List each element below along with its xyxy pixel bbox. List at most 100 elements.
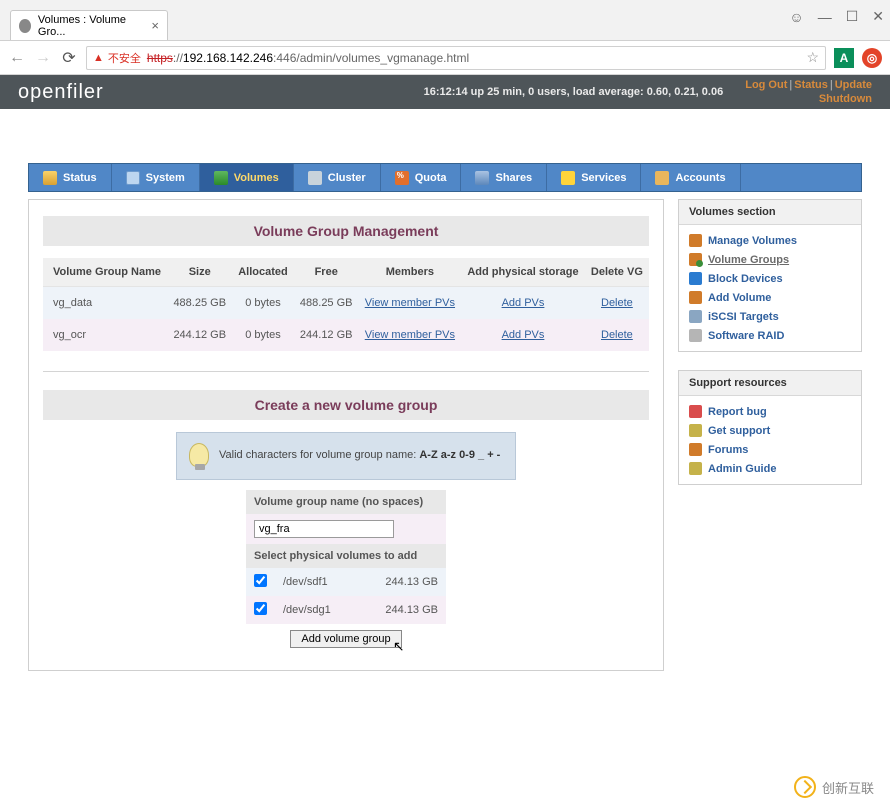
forward-button: → — [34, 49, 52, 67]
sidebar-item-iscsi-targets[interactable]: iSCSI Targets — [689, 307, 851, 326]
vg-table: Volume Group Name Size Allocated Free Me… — [43, 258, 649, 351]
volumes-section-panel: Volumes section Manage Volumes Volume Gr… — [678, 199, 862, 352]
window-controls: ☺ — ☐ ✕ — [789, 8, 884, 25]
support-panel: Support resources Report bug Get support… — [678, 370, 862, 485]
extension-a-icon[interactable]: A — [834, 48, 854, 68]
pv-checkbox[interactable] — [254, 574, 267, 587]
vg-name-input[interactable] — [254, 520, 394, 538]
add-pvs-link[interactable]: Add PVs — [502, 297, 545, 309]
browser-tabstrip: Volumes : Volume Gro... × ☺ — ☐ ✕ — [0, 0, 890, 41]
logout-link[interactable]: Log Out — [745, 79, 787, 91]
add-volume-icon — [689, 291, 702, 304]
col-name: Volume Group Name — [43, 258, 167, 287]
add-volume-group-button[interactable]: Add volume group↖ — [290, 630, 401, 648]
url-input[interactable]: ▲ 不安全 https://192.168.142.246:446/admin/… — [86, 46, 826, 70]
user-icon[interactable]: ☺ — [789, 9, 803, 25]
quota-icon — [395, 171, 409, 185]
shutdown-link[interactable]: Shutdown — [819, 93, 872, 105]
nav-shares[interactable]: Shares — [461, 164, 547, 191]
forums-icon — [689, 443, 702, 456]
sidebar-item-manage-volumes[interactable]: Manage Volumes — [689, 231, 851, 250]
delete-vg-link[interactable]: Delete — [601, 329, 633, 341]
block-devices-icon — [689, 272, 702, 285]
sidebar-item-add-volume[interactable]: Add Volume — [689, 288, 851, 307]
update-link[interactable]: Update — [835, 79, 872, 91]
top-nav: Status System Volumes Cluster Quota Shar… — [28, 163, 862, 192]
pv-row: /dev/sdg1 244.13 GB — [246, 596, 446, 624]
vg-mgmt-heading: Volume Group Management — [43, 216, 649, 246]
view-members-link[interactable]: View member PVs — [365, 297, 455, 309]
browser-tab[interactable]: Volumes : Volume Gro... × — [10, 10, 168, 40]
extension-o-icon[interactable]: ◎ — [862, 48, 882, 68]
sidebar: Volumes section Manage Volumes Volume Gr… — [678, 199, 862, 671]
app-header: openfiler 16:12:14 up 25 min, 0 users, l… — [0, 75, 890, 109]
tab-title: Volumes : Volume Gro... — [38, 14, 139, 38]
services-icon — [561, 171, 575, 185]
col-members: Members — [359, 258, 462, 287]
nav-services[interactable]: Services — [547, 164, 641, 191]
main-content: Volume Group Management Volume Group Nam… — [28, 199, 664, 671]
sidebar-item-volume-groups[interactable]: Volume Groups — [689, 250, 851, 269]
sidebar-item-report-bug[interactable]: Report bug — [689, 402, 851, 421]
header-links: Log Out|Status|Update Shutdown — [745, 78, 872, 106]
view-members-link[interactable]: View member PVs — [365, 329, 455, 341]
watermark: 创新互联 — [794, 776, 874, 798]
maximize-icon[interactable]: ☐ — [846, 8, 859, 25]
volumes-section-title: Volumes section — [679, 200, 861, 225]
create-vg-heading: Create a new volume group — [43, 390, 649, 420]
guide-icon — [689, 462, 702, 475]
tab-close-icon[interactable]: × — [151, 18, 159, 33]
col-size: Size — [167, 258, 232, 287]
sidebar-item-software-raid[interactable]: Software RAID — [689, 326, 851, 345]
back-button[interactable]: ← — [8, 49, 26, 67]
accounts-icon — [655, 171, 669, 185]
sidebar-item-block-devices[interactable]: Block Devices — [689, 269, 851, 288]
nav-volumes[interactable]: Volumes — [200, 164, 294, 191]
sidebar-item-forums[interactable]: Forums — [689, 440, 851, 459]
create-vg-form: Volume group name (no spaces) Select phy… — [246, 490, 446, 654]
minimize-icon[interactable]: — — [818, 9, 832, 25]
insecure-warning-icon: ▲ 不安全 — [93, 50, 141, 66]
system-icon — [126, 171, 140, 185]
sidebar-item-admin-guide[interactable]: Admin Guide — [689, 459, 851, 478]
delete-vg-link[interactable]: Delete — [601, 297, 633, 309]
tab-favicon — [19, 19, 31, 33]
nav-cluster[interactable]: Cluster — [294, 164, 381, 191]
sidebar-item-get-support[interactable]: Get support — [689, 421, 851, 440]
iscsi-icon — [689, 310, 702, 323]
system-status-text: 16:12:14 up 25 min, 0 users, load averag… — [424, 86, 724, 98]
app-logo: openfiler — [18, 81, 104, 104]
reload-button[interactable]: ⟳ — [60, 48, 78, 68]
lightbulb-icon — [189, 443, 209, 467]
nav-quota[interactable]: Quota — [381, 164, 462, 191]
support-icon — [689, 424, 702, 437]
manage-volumes-icon — [689, 234, 702, 247]
support-title: Support resources — [679, 371, 861, 396]
pv-row: /dev/sdf1 244.13 GB — [246, 568, 446, 596]
add-pvs-link[interactable]: Add PVs — [502, 329, 545, 341]
table-row: vg_ocr 244.12 GB 0 bytes 244.12 GB View … — [43, 319, 649, 351]
col-delete: Delete VG — [585, 258, 649, 287]
watermark-icon — [794, 776, 816, 798]
close-icon[interactable]: ✕ — [872, 8, 884, 25]
nav-accounts[interactable]: Accounts — [641, 164, 740, 191]
volume-groups-icon — [689, 253, 702, 266]
status-link[interactable]: Status — [794, 79, 828, 91]
url-text: https://192.168.142.246:446/admin/volume… — [147, 51, 469, 65]
table-row: vg_data 488.25 GB 0 bytes 488.25 GB View… — [43, 287, 649, 320]
hint-box: Valid characters for volume group name: … — [176, 432, 516, 480]
status-icon — [43, 171, 57, 185]
cluster-icon — [308, 171, 322, 185]
col-free: Free — [294, 258, 359, 287]
pv-checkbox[interactable] — [254, 602, 267, 615]
col-addphys: Add physical storage — [461, 258, 585, 287]
bookmark-icon[interactable]: ☆ — [806, 49, 819, 66]
shares-icon — [475, 171, 489, 185]
cursor-icon: ↖ — [393, 638, 405, 655]
address-bar: ← → ⟳ ▲ 不安全 https://192.168.142.246:446/… — [0, 41, 890, 75]
raid-icon — [689, 329, 702, 342]
pv-select-label: Select physical volumes to add — [246, 544, 446, 568]
col-alloc: Allocated — [232, 258, 294, 287]
nav-status[interactable]: Status — [29, 164, 112, 191]
nav-system[interactable]: System — [112, 164, 200, 191]
